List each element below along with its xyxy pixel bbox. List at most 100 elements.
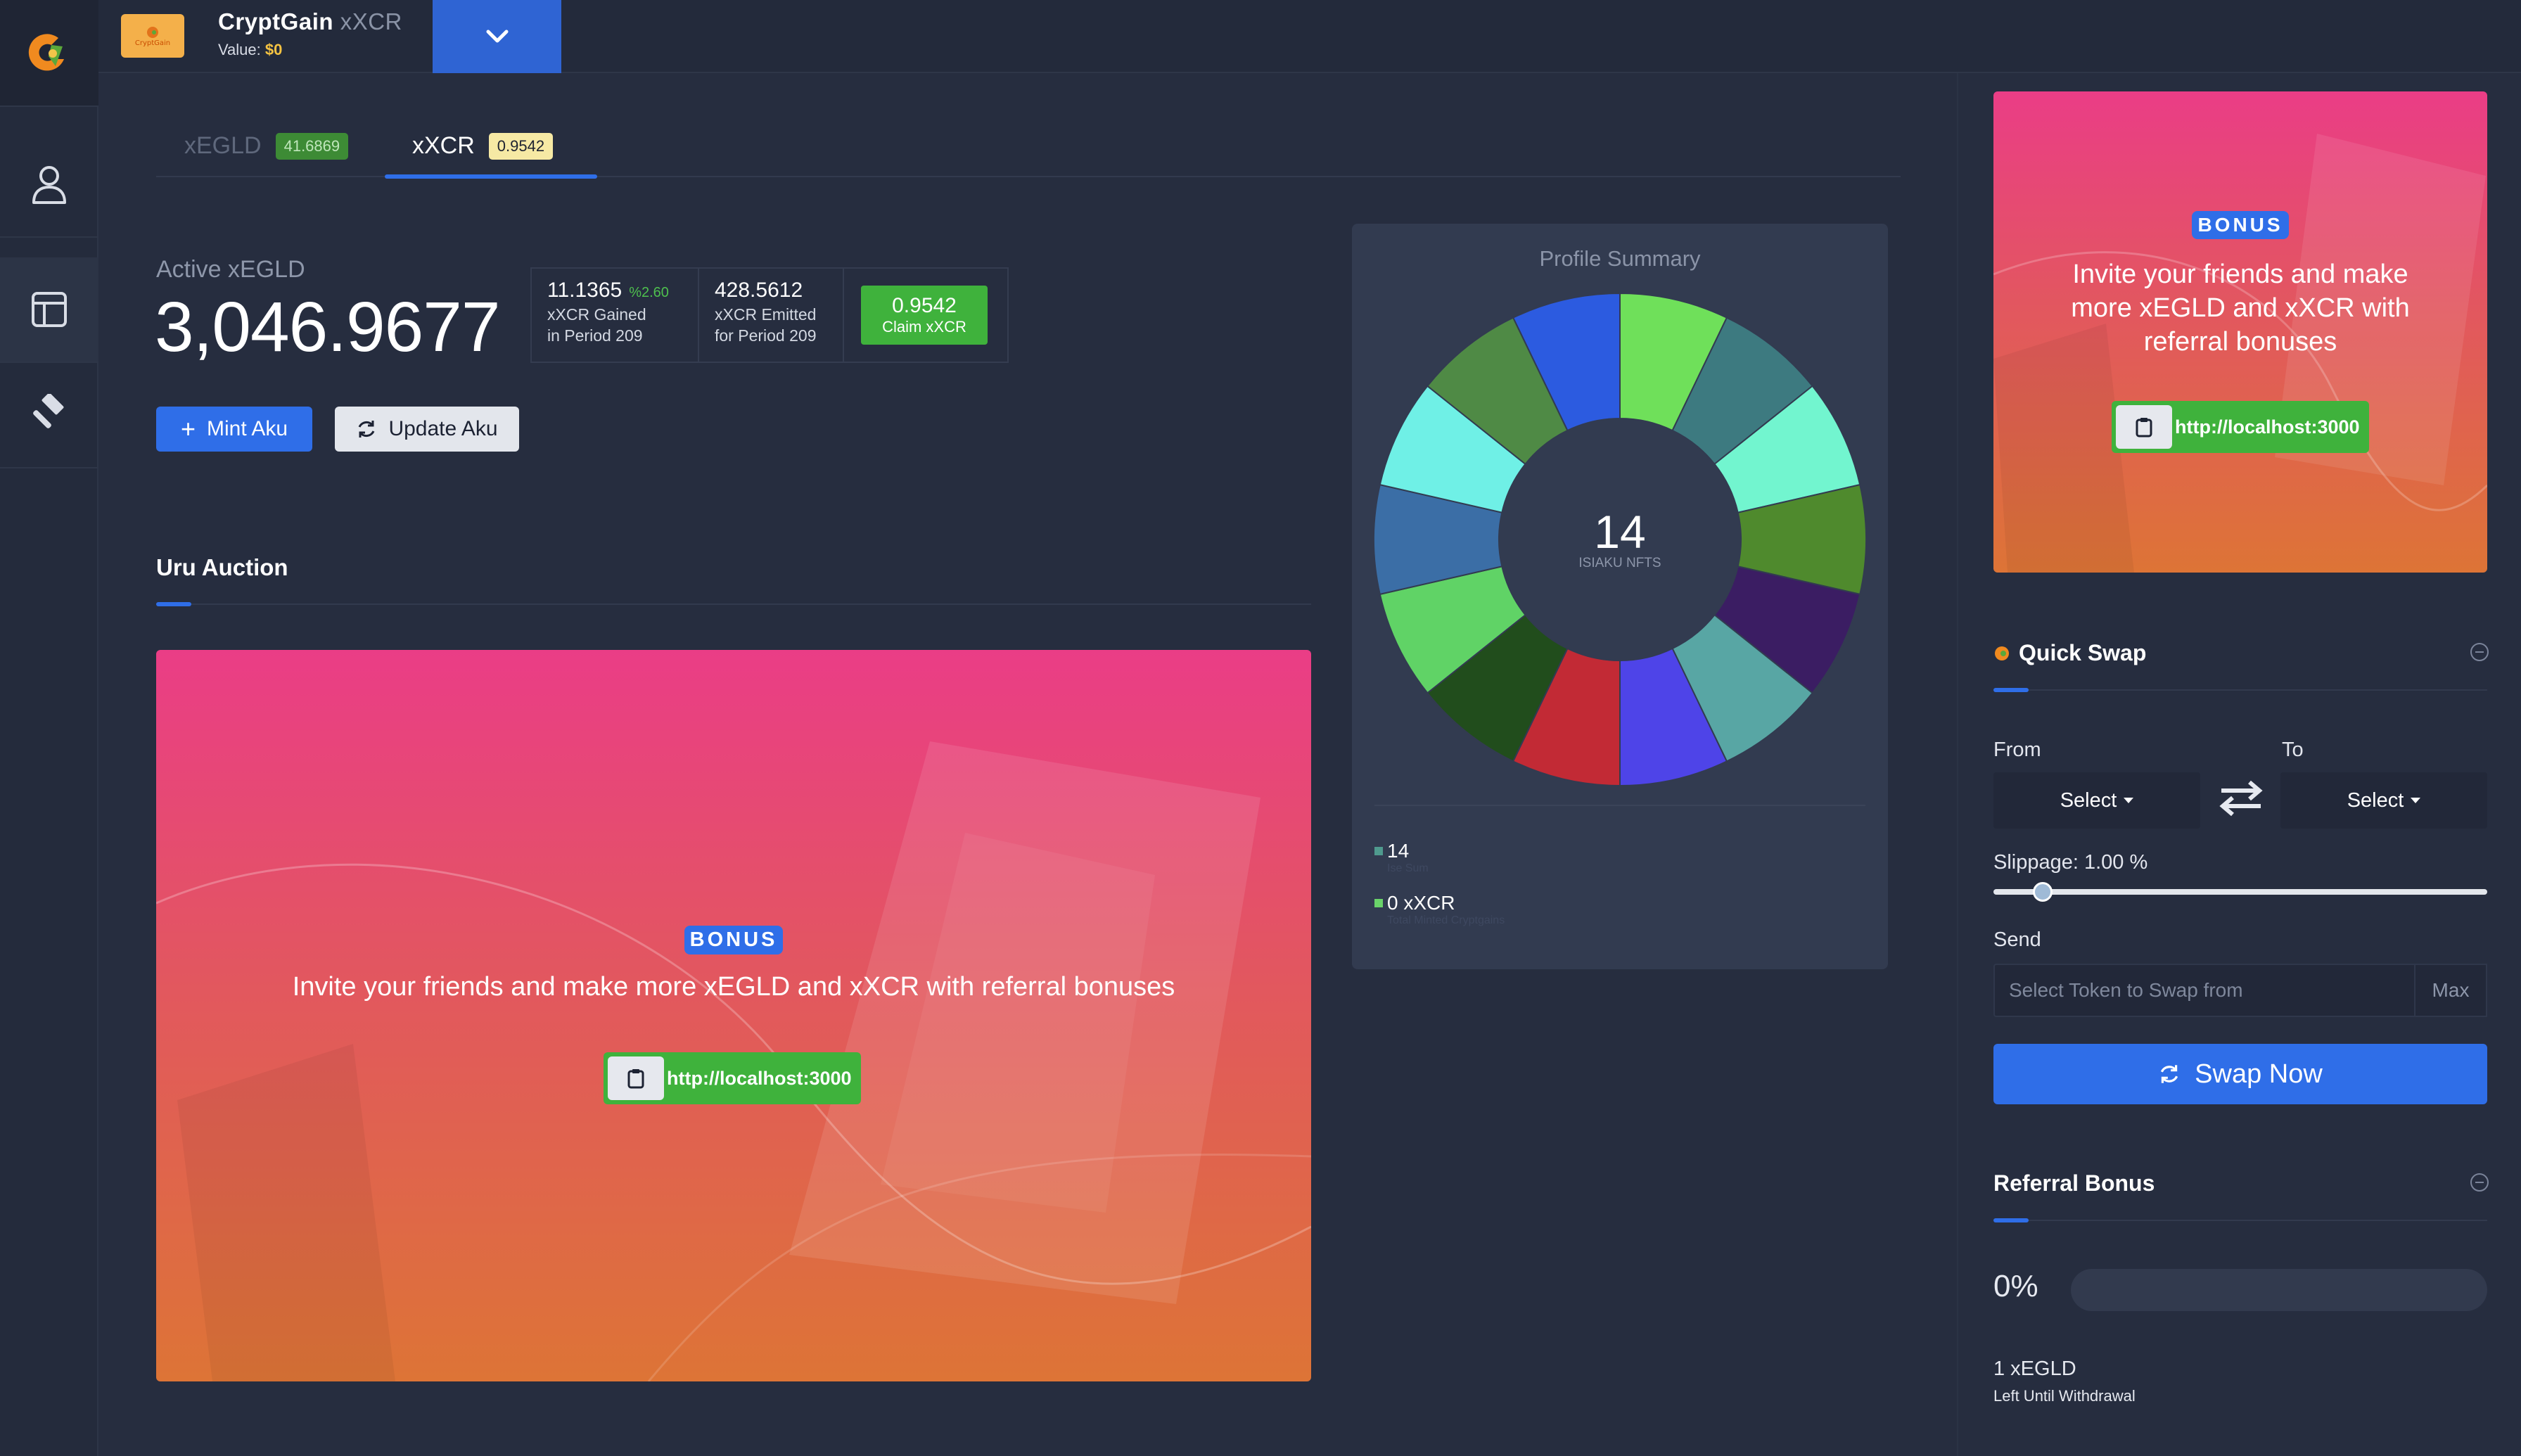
- app-logo[interactable]: [0, 0, 98, 107]
- side-bonus-pill: BONUS: [2192, 211, 2289, 239]
- refresh-icon: [359, 421, 375, 438]
- tab-xxcr[interactable]: xXCR 0.9542: [412, 132, 554, 160]
- gavel-icon: [33, 394, 64, 428]
- side-copy-link-button[interactable]: [2116, 405, 2172, 449]
- referral-amount-label: Left Until Withdrawal: [1993, 1387, 2136, 1405]
- swap-now-button[interactable]: Swap Now: [1993, 1044, 2487, 1104]
- send-placeholder: Select Token to Swap from: [2009, 979, 2243, 1001]
- side-referral-link[interactable]: http://localhost:3000: [2112, 401, 2369, 453]
- side-bonus-line-1: Invite your friends and make: [2072, 260, 2408, 289]
- legend-sum-value: 14: [1387, 840, 1410, 862]
- slippage-slider-track[interactable]: [1993, 889, 2487, 895]
- referral-collapse-icon[interactable]: [2470, 1173, 2489, 1192]
- max-button[interactable]: Max: [2414, 964, 2487, 1017]
- clipboard-icon: [627, 1069, 644, 1089]
- period-stats: 11.1365 %2.60 xXCR Gained in Period 209 4…: [530, 267, 1009, 363]
- referral-percent: 0%: [1993, 1269, 2038, 1303]
- gained-label-2: in Period 209: [547, 326, 643, 345]
- quick-swap-header: Quick Swap: [1993, 640, 2146, 666]
- stat-emitted: 428.5612 xXCR Emitted for Period 209: [699, 269, 844, 362]
- refresh-icon: [2161, 1065, 2178, 1083]
- quick-swap-accent: [1993, 688, 2029, 692]
- referral-accent: [1993, 1218, 2029, 1222]
- bonus-text: Invite your friends and make more xEGLD …: [292, 972, 1175, 1002]
- token-switcher-button[interactable]: [433, 0, 561, 73]
- claim-label: Claim xXCR: [882, 318, 966, 336]
- tab-xegld-label: xEGLD: [184, 132, 262, 159]
- from-select-label: Select: [2060, 788, 2117, 812]
- referral-bonus-title: Referral Bonus: [1993, 1170, 2155, 1196]
- plus-icon: +: [180, 414, 196, 443]
- gained-pct: %2.60: [629, 285, 669, 300]
- referral-banner-side: BONUS Invite your friends and make more …: [1993, 91, 2487, 573]
- active-value: 3,046.9677: [155, 288, 500, 366]
- mint-label: Mint Aku: [206, 417, 288, 440]
- wallet-value-amount: $0: [264, 41, 283, 58]
- app-title-sub: xXCR: [340, 8, 402, 34]
- tab-xxcr-label: xXCR: [412, 132, 475, 159]
- banner-pill-row: BONUS: [156, 926, 1311, 954]
- cryptgain-small-icon: [1995, 646, 2009, 660]
- profile-divider: [1374, 805, 1865, 806]
- swap-now-label: Swap Now: [2195, 1059, 2323, 1089]
- quick-swap-collapse-icon[interactable]: [2470, 643, 2489, 661]
- copy-link-button[interactable]: [608, 1056, 664, 1100]
- emitted-label-1: xXCR Emitted: [715, 305, 817, 324]
- tab-xxcr-badge: 0.9542: [488, 132, 554, 160]
- caret-down-icon: [2411, 798, 2421, 803]
- tab-xegld[interactable]: xEGLD 41.6869: [184, 132, 349, 160]
- layout-icon: [32, 292, 67, 327]
- side-referral-link-text: http://localhost:3000: [2175, 416, 2360, 438]
- gained-label-1: xXCR Gained: [547, 305, 646, 324]
- update-label: Update Aku: [388, 417, 498, 440]
- nav-dashboard[interactable]: [0, 257, 98, 363]
- bonus-pill: BONUS: [684, 926, 784, 954]
- claim-button[interactable]: 0.9542 Claim xXCR: [861, 286, 988, 345]
- tab-active-indicator: [385, 174, 597, 179]
- emitted-label-2: for Period 209: [715, 326, 817, 345]
- slippage-slider-thumb[interactable]: [2033, 882, 2053, 902]
- app-title-main: CryptGain: [218, 8, 334, 34]
- legend-swatch-minted: [1374, 899, 1383, 907]
- to-select-label: Select: [2347, 788, 2404, 812]
- active-label: Active xEGLD: [156, 256, 305, 283]
- nav-profile[interactable]: [0, 132, 98, 238]
- auction-divider: [156, 604, 1311, 605]
- to-label: To: [2282, 739, 2304, 761]
- max-label: Max: [2432, 979, 2470, 1001]
- tab-xegld-badge: 41.6869: [275, 132, 349, 160]
- token-mini-icon: [147, 26, 158, 38]
- from-token-select[interactable]: Select: [1993, 772, 2200, 829]
- referral-link-text: http://localhost:3000: [667, 1067, 852, 1089]
- legend-item-sum: 14 Ise Sum: [1374, 840, 1429, 875]
- clipboard-icon: [2136, 418, 2152, 438]
- side-pill-row: BONUS: [1993, 211, 2487, 239]
- referral-link[interactable]: http://localhost:3000: [604, 1052, 861, 1104]
- legend-sum-sub: Ise Sum: [1387, 862, 1429, 874]
- donut-center-value: 14: [1594, 506, 1646, 558]
- stat-gained: 11.1365 %2.60 xXCR Gained in Period 209: [532, 269, 699, 362]
- nav-auction[interactable]: [0, 363, 98, 468]
- chevron-down-icon: [486, 30, 508, 43]
- send-amount-input[interactable]: Select Token to Swap from: [1993, 964, 2417, 1017]
- top-bar: CryptGain CryptGain xXCR Value: $0: [98, 0, 2521, 73]
- auction-accent: [156, 602, 191, 606]
- app-title: CryptGain xXCR: [218, 8, 402, 35]
- swap-direction-button[interactable]: [2219, 778, 2264, 821]
- update-button[interactable]: Update Aku: [335, 407, 519, 452]
- side-bonus-line-3: referral bonuses: [2143, 327, 2337, 357]
- referral-divider: [1993, 1220, 2487, 1221]
- send-label: Send: [1993, 928, 2041, 951]
- gained-value: 11.1365: [547, 279, 623, 302]
- quick-swap-divider: [1993, 689, 2487, 691]
- token-logo: CryptGain: [121, 14, 184, 58]
- legend-minted-value: 0 xXCR: [1387, 892, 1455, 914]
- to-token-select[interactable]: Select: [2280, 772, 2487, 829]
- legend-item-minted: 0 xXCR Total Minted Cryptgains: [1374, 892, 1505, 927]
- slippage-label: Slippage: 1.00 %: [1993, 851, 2148, 874]
- mint-button[interactable]: + Mint Aku: [156, 407, 312, 452]
- token-logo-text: CryptGain: [134, 39, 171, 47]
- wallet-value-label: Value:: [218, 41, 261, 58]
- profile-summary-title: Profile Summary: [1539, 246, 1701, 271]
- cryptgain-logo-icon: [28, 34, 64, 71]
